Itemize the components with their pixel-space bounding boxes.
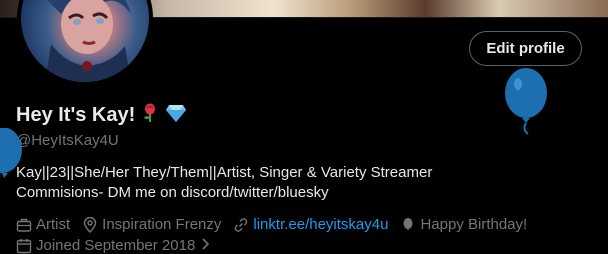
location-pin-icon bbox=[83, 216, 97, 233]
display-name: Hey It's Kay! bbox=[16, 104, 136, 126]
briefcase-icon bbox=[16, 218, 32, 232]
chevron-right-icon bbox=[201, 237, 213, 254]
display-name-row: Hey It's Kay! bbox=[16, 103, 187, 128]
balloon-icon bbox=[403, 217, 413, 230]
diamond-icon bbox=[165, 103, 187, 128]
avatar[interactable] bbox=[17, 0, 153, 86]
joined-label: Joined September 2018 bbox=[36, 237, 196, 254]
birthday-label: Happy Birthday! bbox=[420, 216, 528, 233]
birthday-balloon-decoration bbox=[0, 127, 30, 203]
location-label: Inspiration Frenzy bbox=[102, 216, 222, 233]
bio-line: Commisions- DM me on discord/twitter/blu… bbox=[16, 184, 329, 201]
link-icon bbox=[235, 217, 248, 232]
avatar-illustration bbox=[45, 0, 131, 82]
birthday-balloon-decoration bbox=[498, 66, 560, 141]
calendar-icon bbox=[16, 238, 32, 253]
meta-birthday: Happy Birthday! bbox=[400, 216, 527, 233]
user-handle: @HeyItsKay4U bbox=[16, 132, 119, 149]
meta-location: Inspiration Frenzy bbox=[82, 216, 221, 233]
profile-bio: Kay||23||She/Her They/Them||Artist, Sing… bbox=[16, 163, 432, 203]
joined-date-row[interactable]: Joined September 2018 bbox=[16, 237, 213, 254]
category-label: Artist bbox=[36, 216, 71, 233]
meta-category: Artist bbox=[16, 216, 70, 233]
website-link[interactable]: linktr.ee/heyitskay4u bbox=[253, 216, 388, 233]
meta-link[interactable]: linktr.ee/heyitskay4u bbox=[233, 216, 388, 233]
bio-line: Kay||23||She/Her They/Them||Artist, Sing… bbox=[16, 164, 433, 181]
profile-meta-row: Artist Inspiration Frenzy linktr.ee/heyi… bbox=[16, 216, 539, 233]
edit-profile-button[interactable]: Edit profile bbox=[469, 31, 582, 66]
rose-icon bbox=[141, 103, 159, 128]
